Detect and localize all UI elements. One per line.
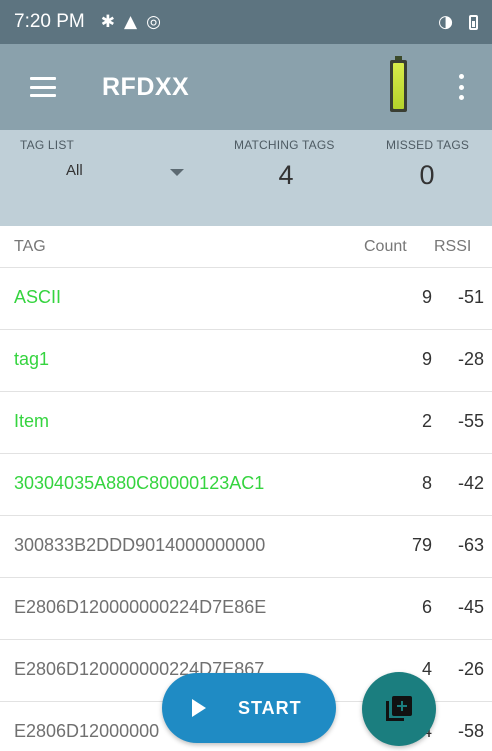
add-tag-fab[interactable] (362, 672, 436, 746)
tag-rssi: -58 (457, 721, 484, 741)
tag-rssi: -42 (457, 473, 484, 493)
sync-icon: ◎ (146, 12, 161, 32)
tag-rssi: -45 (457, 597, 484, 617)
vibrate-icon: ◑ (438, 12, 453, 32)
missed-tags-label: MISSED TAGS (386, 138, 470, 152)
table-header: TAG Count RSSI (0, 226, 492, 268)
tag-id: tag1 (14, 349, 50, 369)
table-row[interactable]: tag1 9 -28 (0, 330, 492, 392)
start-button[interactable]: START (162, 673, 336, 743)
dropdown-caret-icon (170, 169, 184, 176)
tag-id: 30304035A880C80000123AC1 (14, 473, 265, 493)
tag-count: 9 (421, 287, 432, 307)
tag-count: 9 (421, 349, 432, 369)
tag-id: E2806D12000000 (14, 721, 160, 741)
more-vert-icon[interactable] (452, 74, 470, 100)
status-time: 7:20 PM (14, 11, 85, 32)
column-header-rssi: RSSI (434, 238, 472, 255)
tag-count: 8 (421, 473, 432, 493)
tag-rssi: -55 (457, 411, 484, 431)
tag-list-label: TAG LIST (20, 138, 75, 152)
tag-rssi: -63 (457, 535, 484, 555)
tag-id: 300833B2DDD9014000000000 (14, 535, 266, 555)
missed-tags-value: 0 (419, 160, 435, 190)
reader-battery-icon (390, 56, 407, 112)
tag-count: 2 (421, 411, 432, 431)
app-title: RFDXX (102, 72, 190, 101)
status-bar: 7:20 PM ✱ ▲ ◎ ◑ (0, 0, 492, 44)
start-label: START (238, 697, 302, 718)
matching-tags-value: 4 (278, 160, 294, 190)
tag-count: 4 (421, 659, 432, 679)
tag-summary-panel: TAG LIST All MATCHING TAGS 4 MISSED TAGS… (0, 130, 492, 226)
column-header-tag: TAG (14, 238, 46, 255)
tag-rssi: -26 (457, 659, 484, 679)
table-row[interactable]: Item 2 -55 (0, 392, 492, 454)
table-row[interactable]: 30304035A880C80000123AC1 8 -42 (0, 454, 492, 516)
play-icon (192, 699, 206, 717)
table-row[interactable]: E2806D120000000224D7E86E 6 -45 (0, 578, 492, 640)
matching-tags-label: MATCHING TAGS (234, 138, 335, 152)
tag-id: ASCII (14, 287, 62, 307)
battery-icon (469, 14, 478, 30)
tag-list-dropdown[interactable]: All (20, 158, 192, 186)
library-add-icon (386, 696, 412, 722)
warning-icon: ▲ (124, 12, 138, 32)
app-bar: RFDXX (0, 44, 492, 130)
tag-list-value: All (66, 162, 83, 179)
hamburger-menu-icon[interactable] (30, 77, 56, 97)
settings-icon: ✱ (100, 12, 116, 32)
tag-count: 79 (411, 535, 432, 555)
tag-rssi: -51 (457, 287, 484, 307)
tag-id: Item (14, 411, 50, 431)
table-row[interactable]: ASCII 9 -51 (0, 268, 492, 330)
table-row[interactable]: 300833B2DDD9014000000000 79 -63 (0, 516, 492, 578)
tag-count: 6 (421, 597, 432, 617)
tag-rssi: -28 (457, 349, 484, 369)
tag-id: E2806D120000000224D7E86E (14, 597, 267, 617)
column-header-count: Count (364, 238, 407, 255)
